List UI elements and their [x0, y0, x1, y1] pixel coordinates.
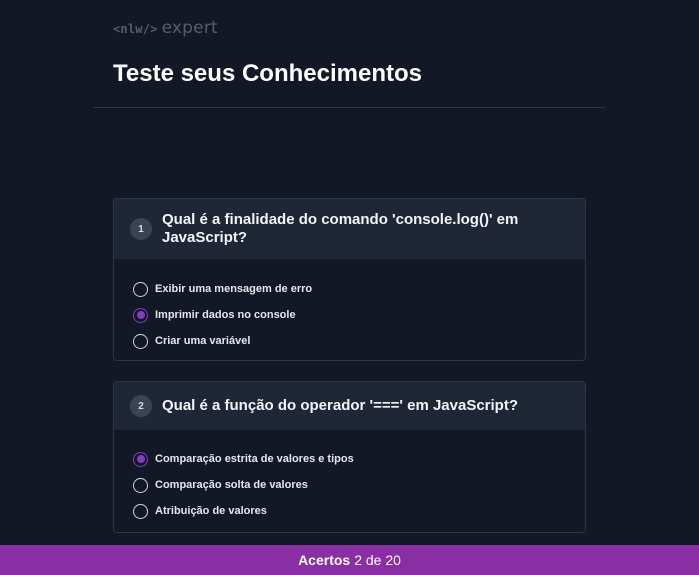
- radio-button[interactable]: [133, 503, 148, 519]
- answer-label: Exibir uma mensagem de erro: [155, 283, 313, 295]
- question-card-1: 1 Qual é a finalidade do comando 'consol…: [113, 198, 586, 361]
- answer-option[interactable]: Exibir uma mensagem de erro: [133, 276, 585, 302]
- question-header: 1 Qual é a finalidade do comando 'consol…: [114, 199, 585, 259]
- quiz-page: <nlw/> expert Teste seus Conhecimentos 1…: [0, 0, 699, 575]
- score-value: 2 de 20: [354, 552, 401, 568]
- answer-option[interactable]: Criar uma variável: [133, 328, 585, 354]
- radio-button-checked[interactable]: [133, 307, 148, 323]
- question-number-badge: 2: [130, 395, 152, 417]
- radio-button[interactable]: [133, 333, 148, 349]
- header-divider: [93, 107, 605, 108]
- logo-word: expert: [161, 18, 218, 38]
- answer-label: Imprimir dados no console: [155, 309, 296, 321]
- answer-label: Criar uma variável: [155, 335, 251, 347]
- question-number-badge: 1: [130, 218, 152, 240]
- question-text: Qual é a função do operador '===' em Jav…: [162, 397, 519, 414]
- question-text: Qual é a finalidade do comando 'console.…: [162, 211, 519, 246]
- answer-options: Exibir uma mensagem de erro Imprimir dad…: [114, 259, 585, 354]
- logo: <nlw/> expert: [113, 18, 218, 38]
- answer-option[interactable]: Comparação estrita de valores e tipos: [133, 446, 585, 472]
- radio-button[interactable]: [133, 281, 148, 297]
- answer-label: Comparação estrita de valores e tipos: [155, 453, 354, 465]
- answer-option[interactable]: Comparação solta de valores: [133, 472, 585, 498]
- answer-options: Comparação estrita de valores e tipos Co…: [114, 430, 585, 524]
- answer-option[interactable]: Imprimir dados no console: [133, 302, 585, 328]
- score-footer: Acertos 2 de 20: [0, 545, 699, 575]
- page-title: Teste seus Conhecimentos: [113, 60, 422, 87]
- score-label: Acertos: [298, 552, 351, 568]
- question-header: 2 Qual é a função do operador '===' em J…: [114, 382, 585, 430]
- radio-button[interactable]: [133, 477, 148, 493]
- answer-label: Comparação solta de valores: [155, 479, 308, 491]
- logo-tag: <nlw/>: [113, 22, 158, 36]
- radio-button-checked[interactable]: [133, 451, 148, 467]
- answer-option[interactable]: Atribuição de valores: [133, 498, 585, 524]
- answer-label: Atribuição de valores: [155, 505, 267, 517]
- question-card-2: 2 Qual é a função do operador '===' em J…: [113, 381, 586, 533]
